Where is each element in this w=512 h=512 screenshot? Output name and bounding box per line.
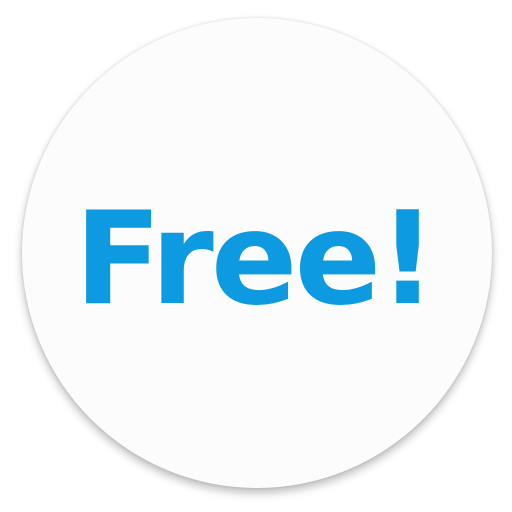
badge-label: Free! (74, 185, 436, 334)
app-icon: Free! (0, 0, 512, 512)
free-badge[interactable]: Free! (22, 18, 492, 488)
